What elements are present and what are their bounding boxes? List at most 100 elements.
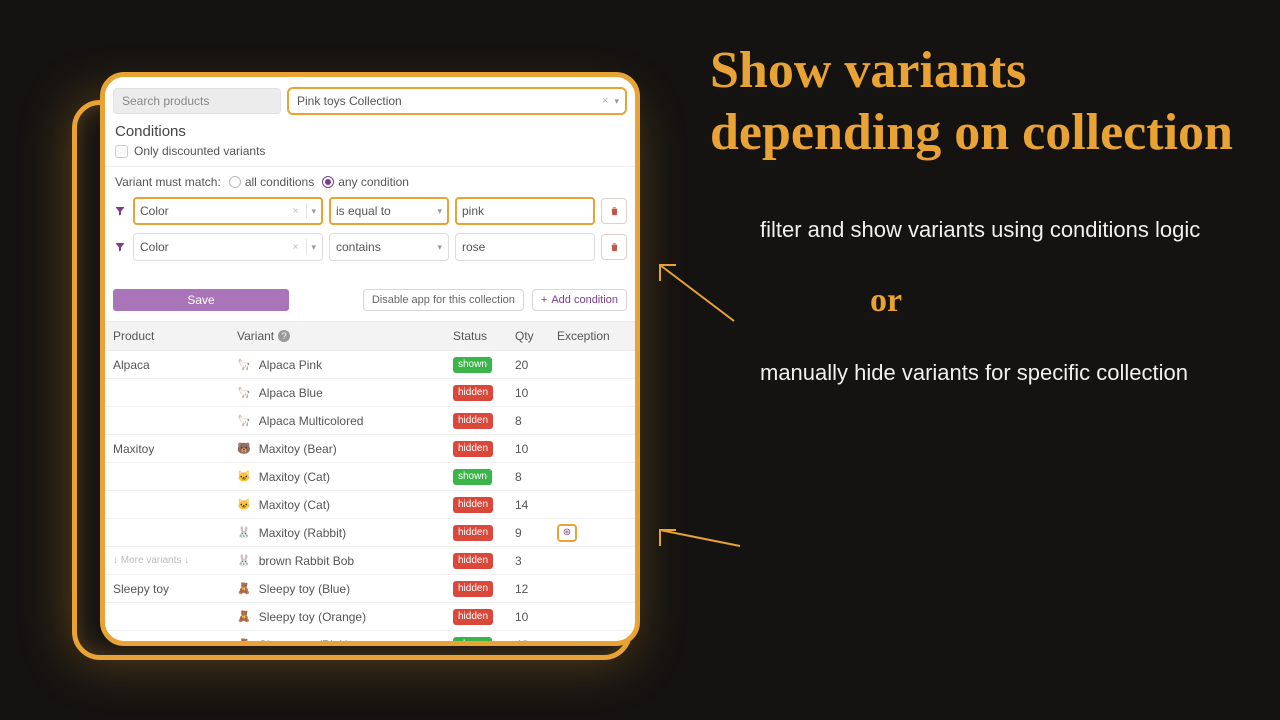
status-badge: hidden xyxy=(453,609,493,625)
radio-icon xyxy=(229,176,241,188)
th-variant-label: Variant xyxy=(237,329,274,343)
filter-icon xyxy=(113,240,127,254)
cell-qty: 10 xyxy=(515,386,557,400)
condition-operator-select[interactable]: is equal to▾ xyxy=(329,197,449,225)
chevron-down-icon[interactable]: ▾ xyxy=(437,242,442,253)
condition-value-input[interactable]: rose xyxy=(455,233,595,261)
condition-operator-value: is equal to xyxy=(336,204,437,218)
status-badge: hidden xyxy=(453,413,493,429)
delete-condition-button[interactable] xyxy=(601,234,627,260)
match-label: Variant must match: xyxy=(115,175,221,189)
more-variants-link[interactable]: ↓ More variants ↓ xyxy=(113,555,237,566)
cell-status: hidden xyxy=(453,580,515,597)
variant-icon: 🐰 xyxy=(237,526,251,539)
table-row: 🐱Maxitoy (Cat)shown8 xyxy=(105,463,635,491)
variant-name: Maxitoy (Cat) xyxy=(259,498,330,512)
condition-operator-value: contains xyxy=(336,240,437,254)
chevron-down-icon[interactable]: ▾ xyxy=(614,96,619,107)
filter-icon xyxy=(113,204,127,218)
radio-all-conditions[interactable]: all conditions xyxy=(229,175,314,189)
chevron-down-icon[interactable]: ▾ xyxy=(311,206,316,217)
cell-product: Alpaca xyxy=(113,358,237,372)
help-icon[interactable]: ? xyxy=(278,330,290,342)
table-row: 🦙 Alpaca Blue hidden 10 xyxy=(105,379,635,407)
variant-icon: 🐱 xyxy=(237,470,251,483)
table-row: Maxitoy🐻Maxitoy (Bear)hidden10 xyxy=(105,435,635,463)
status-badge: hidden xyxy=(453,525,493,541)
status-badge: hidden xyxy=(453,385,493,401)
checkbox-icon[interactable] xyxy=(115,145,128,158)
exception-toggle[interactable]: ⊛ xyxy=(557,524,577,542)
cell-qty: 40 xyxy=(515,638,557,647)
variant-icon: 🧸 xyxy=(237,610,251,623)
only-discounted-row[interactable]: Only discounted variants xyxy=(115,144,627,158)
search-input[interactable]: Search products xyxy=(113,88,281,114)
variant-icon: 🦙 xyxy=(237,358,251,371)
cell-variant: 🦙 Alpaca Blue xyxy=(237,386,453,400)
save-button[interactable]: Save xyxy=(113,289,289,311)
status-badge: shown xyxy=(453,469,492,485)
variant-name: Sleepy toy (Orange) xyxy=(259,610,366,624)
condition-attribute-select[interactable]: Color×▾ xyxy=(133,197,323,225)
th-qty: Qty xyxy=(515,329,557,343)
add-condition-button[interactable]: + Add condition xyxy=(532,289,627,311)
variant-name: Sleepy toy (Blue) xyxy=(259,582,350,596)
variant-icon: 🐰 xyxy=(237,554,251,567)
cell-status: hidden xyxy=(453,524,515,541)
table-row: Sleepy toy🧸Sleepy toy (Blue)hidden12 xyxy=(105,575,635,603)
clear-icon[interactable]: × xyxy=(293,242,299,253)
search-placeholder: Search products xyxy=(122,94,209,108)
marketing-pane: Show variants depending on collection fi… xyxy=(710,40,1270,425)
cell-product: Sleepy toy xyxy=(113,582,237,596)
delete-condition-button[interactable] xyxy=(601,198,627,224)
conditions-heading: Conditions xyxy=(115,123,627,140)
cell-variant: 🦙Alpaca Pink xyxy=(237,358,453,372)
variant-name: Sleepy toy (Pink) xyxy=(259,638,350,647)
add-condition-label: Add condition xyxy=(551,294,618,306)
condition-operator-select[interactable]: contains▾ xyxy=(329,233,449,261)
cell-status: shown xyxy=(453,468,515,485)
variant-icon: 🦙 xyxy=(237,414,251,427)
cell-variant: 🐱Maxitoy (Cat) xyxy=(237,470,453,484)
only-discounted-label: Only discounted variants xyxy=(134,144,265,158)
cell-status: hidden xyxy=(453,440,515,457)
action-bar: Save Disable app for this collection + A… xyxy=(113,289,627,311)
status-badge: hidden xyxy=(453,581,493,597)
variant-icon: 🐱 xyxy=(237,498,251,511)
chevron-down-icon[interactable]: ▾ xyxy=(311,242,316,253)
cell-status: hidden xyxy=(453,496,515,513)
status-badge: shown xyxy=(453,357,492,373)
radio-all-label: all conditions xyxy=(245,175,314,189)
or-divider: or xyxy=(870,282,1270,320)
variant-icon: 🦙 xyxy=(237,386,251,399)
condition-value-input[interactable]: pink xyxy=(455,197,595,225)
chevron-down-icon[interactable]: ▾ xyxy=(437,206,442,217)
table-row: 🐱 Maxitoy (Cat) hidden14 xyxy=(105,491,635,519)
match-mode-row: Variant must match: all conditions any c… xyxy=(115,175,627,189)
cell-exception: ⊛ xyxy=(557,524,627,542)
collection-select[interactable]: Pink toys Collection × ▾ xyxy=(287,87,627,115)
headline: Show variants depending on collection xyxy=(710,40,1270,165)
cell-variant: 🐱 Maxitoy (Cat) xyxy=(237,498,453,512)
variant-name: Maxitoy (Rabbit) xyxy=(259,526,346,540)
variant-name: Alpaca Multicolored xyxy=(259,414,364,428)
clear-icon[interactable]: × xyxy=(293,206,299,217)
caption-2: manually hide variants for specific coll… xyxy=(760,356,1270,389)
disable-app-button[interactable]: Disable app for this collection xyxy=(363,289,524,311)
table-header: Product Variant ? Status Qty Exception xyxy=(105,321,635,351)
condition-value: rose xyxy=(462,240,588,254)
caption-1: filter and show variants using condition… xyxy=(760,213,1270,246)
radio-any-condition[interactable]: any condition xyxy=(322,175,409,189)
clear-collection-icon[interactable]: × xyxy=(602,95,608,107)
th-product: Product xyxy=(113,329,237,343)
th-status: Status xyxy=(453,329,515,343)
cell-variant: 🐰 Maxitoy (Rabbit) xyxy=(237,526,453,540)
cell-variant: 🦙 Alpaca Multicolored xyxy=(237,414,453,428)
condition-attribute-select[interactable]: Color×▾ xyxy=(133,233,323,261)
table-body: Alpaca🦙Alpaca Pinkshown20🦙Alpaca Bluehid… xyxy=(105,351,635,646)
cell-status: shown xyxy=(453,636,515,646)
cell-qty: 14 xyxy=(515,498,557,512)
radio-icon xyxy=(322,176,334,188)
table-row: 🐰Maxitoy (Rabbit)hidden9⊛ xyxy=(105,519,635,547)
variant-name: Alpaca Blue xyxy=(259,386,323,400)
